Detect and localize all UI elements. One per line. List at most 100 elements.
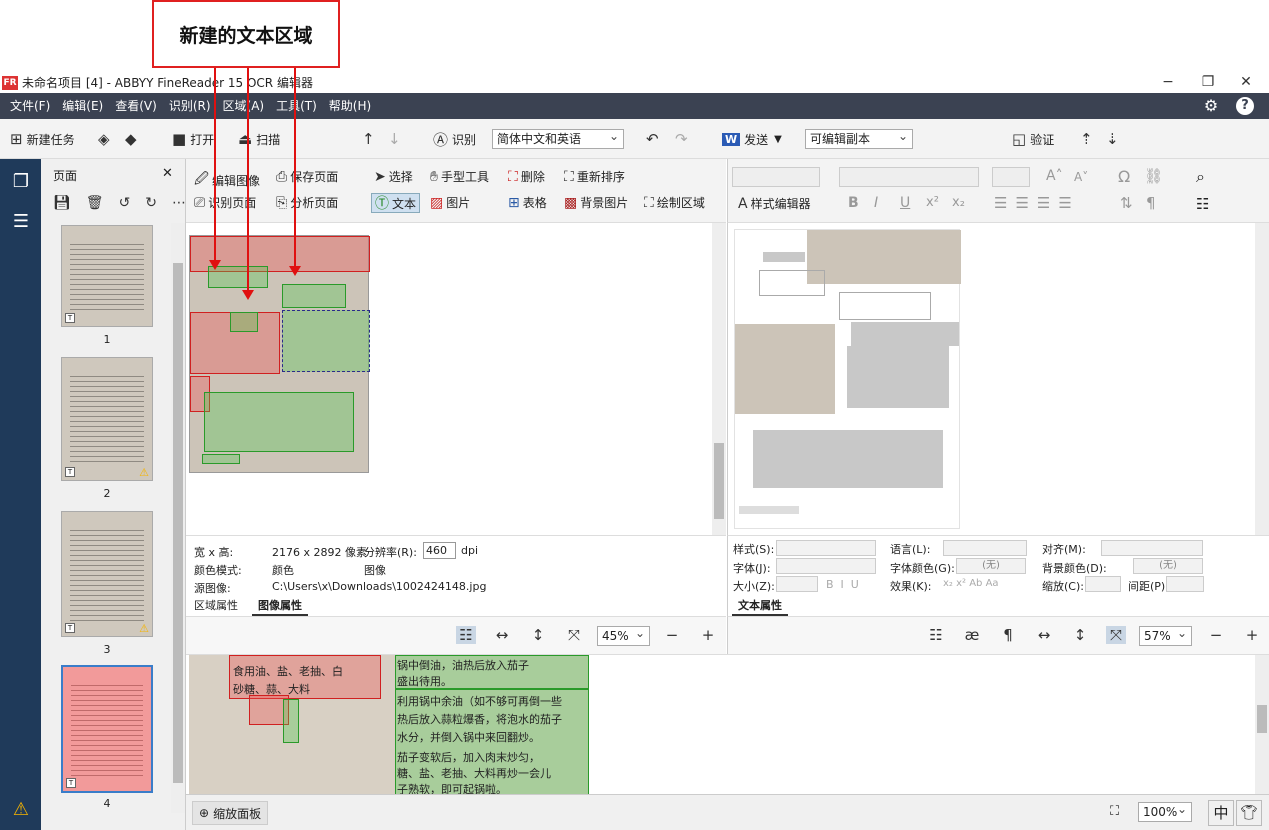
style-field[interactable] (776, 540, 876, 556)
size-field[interactable] (776, 576, 818, 592)
prev-error-button[interactable]: ⇡ (1080, 129, 1097, 149)
line-spacing-icon[interactable]: ⇅ (1120, 194, 1133, 212)
search-icon[interactable]: ⌕ (1196, 167, 1205, 187)
italic-button[interactable]: I (874, 195, 878, 211)
rotate-right-icon[interactable]: ↻ (145, 195, 157, 211)
menu-tools[interactable]: 工具(T) (270, 93, 323, 119)
zoom-out-button[interactable]: − (662, 626, 682, 644)
pages-scrollbar[interactable] (171, 223, 185, 813)
menu-recognize[interactable]: 识别(R) (163, 93, 217, 119)
restore-button[interactable]: ❐ (1188, 72, 1228, 93)
scan-button[interactable]: ⏏ 扫描 (238, 129, 280, 149)
ime-indicator[interactable]: 中 (1208, 800, 1234, 826)
font-color-field[interactable]: (无) (956, 558, 1026, 574)
omega-icon[interactable]: Ω (1118, 167, 1130, 186)
effects-buttons[interactable]: x₂ x² Ab Aa (943, 578, 999, 589)
save-icon[interactable]: 💾︎ (53, 195, 71, 211)
style-editor-button[interactable]: A 样式编辑器 (738, 195, 811, 212)
image-view[interactable] (186, 223, 726, 535)
menu-file[interactable]: 文件(F) (4, 93, 56, 119)
fit-page-icon[interactable]: ⤧ (1106, 626, 1126, 644)
list-view-icon[interactable]: ☰ (10, 211, 32, 232)
page-thumbnail-4[interactable]: T (61, 665, 153, 793)
font-select[interactable] (839, 167, 979, 187)
save-page-button[interactable]: ⎙ 保存页面 (276, 168, 338, 185)
image-view-scrollbar[interactable] (712, 223, 726, 535)
select-tool-button[interactable]: ➤ 选择 (374, 168, 413, 185)
fit-options-icon[interactable]: ☷ (456, 626, 476, 644)
reorder-button[interactable]: ⛶ 重新排序 (564, 168, 625, 185)
text-area-new[interactable] (230, 312, 258, 332)
undo-button[interactable]: ↶ (646, 129, 663, 149)
page-up-button[interactable]: ↑ (362, 129, 379, 149)
warning-icon[interactable]: ⚠ (10, 799, 32, 820)
text-area[interactable] (282, 310, 370, 372)
fit-width-icon[interactable]: ↔ (492, 626, 512, 644)
subscript-button[interactable]: x₂ (952, 195, 965, 210)
superscript-button[interactable]: x² (926, 195, 939, 210)
resolution-input[interactable]: 460 (423, 542, 456, 559)
page-down-button[interactable]: ↓ (388, 129, 405, 149)
text-area-new[interactable] (283, 699, 299, 743)
tab-text-properties[interactable]: 文本属性 (732, 598, 788, 616)
text-area[interactable] (204, 392, 354, 452)
ligature-icon[interactable]: æ (962, 626, 982, 644)
output-mode-select[interactable]: 可编辑副本 (805, 127, 913, 149)
shrink-font-icon[interactable]: A˅ (1074, 170, 1088, 184)
help-icon[interactable]: ? (1236, 97, 1254, 115)
send-button[interactable]: W 发送 ▼ (722, 129, 782, 149)
font-size-select[interactable] (992, 167, 1030, 187)
gear-icon[interactable]: ⚙ (1202, 97, 1220, 115)
underline-button[interactable]: U (900, 195, 910, 211)
formatting-icon[interactable]: ☷ (1196, 195, 1209, 213)
hand-tool-button[interactable]: ✋︎ 手型工具 (430, 168, 489, 185)
zoom-view-scrollbar[interactable] (1255, 655, 1269, 795)
text-area-button[interactable]: Ⓣ 文本 (371, 193, 421, 213)
verify-button[interactable]: ◱ 验证 (1012, 129, 1054, 149)
analyze-page-button[interactable]: ⎘ 分析页面 (276, 194, 338, 211)
grow-font-icon[interactable]: A˄ (1046, 168, 1063, 184)
close-button[interactable]: ✕ (1226, 72, 1266, 93)
new-task-button[interactable]: ⊞ 新建任务 (10, 129, 75, 149)
zoom-in-button[interactable]: + (698, 626, 718, 644)
zoom-panel-button[interactable]: ⊕ 缩放面板 (192, 801, 269, 825)
recognize-button[interactable]: Ⓐ 识别 (433, 129, 476, 149)
menu-area[interactable]: 区域(A) (217, 93, 271, 119)
page-thumbnail-2[interactable]: T ⚠ (61, 357, 153, 481)
text-area[interactable] (282, 284, 346, 308)
edit-image-button[interactable]: 🖉︎ 编辑图像 (194, 168, 260, 192)
minimize-button[interactable]: − (1148, 72, 1188, 93)
align-buttons[interactable]: ☰☰☰☰ (994, 194, 1080, 212)
page-thumbnail-3[interactable]: T ⚠ (61, 511, 153, 637)
text-zoom-select[interactable]: 57% (1139, 624, 1192, 646)
align-field[interactable] (1101, 540, 1203, 556)
font-field[interactable] (776, 558, 876, 574)
spacing-field[interactable] (1166, 576, 1204, 592)
zoom-in-button[interactable]: + (1242, 626, 1262, 644)
redo-button[interactable]: ↷ (675, 129, 692, 149)
style-select[interactable] (732, 167, 820, 187)
tab-area-properties[interactable]: 区域属性 (188, 598, 244, 614)
delete-area-button[interactable]: ⛶ 删除 (508, 168, 545, 185)
scale-field[interactable] (1085, 576, 1121, 592)
fit-icon[interactable]: ⛶ (1110, 804, 1119, 819)
zoom-view[interactable]: 食用油、盐、老抽、白 砂糖、蒜、大料 锅中倒油，油热后放入茄子 盛出待用。 利用… (186, 654, 1269, 795)
background-picture-button[interactable]: ▩ 背景图片 (564, 194, 628, 211)
draw-area-button[interactable]: ⛶ 绘制区域 (644, 194, 705, 211)
language-select[interactable]: 简体中文和英语 (492, 127, 624, 149)
paragraph-marks-icon[interactable]: ¶ (998, 626, 1018, 644)
trash-icon[interactable]: 🗑︎ (86, 195, 104, 211)
zoom-out-button[interactable]: − (1206, 626, 1226, 644)
fit-height-icon[interactable]: ↕ (528, 626, 548, 644)
pages-panel-close-button[interactable]: ✕ (162, 166, 173, 181)
table-area-button[interactable]: ⊞ 表格 (508, 194, 547, 211)
text-view[interactable] (727, 223, 1269, 535)
layers-add-button[interactable]: ◈ (98, 129, 114, 149)
format-buttons[interactable]: BIU (826, 578, 866, 591)
language-field[interactable] (943, 540, 1027, 556)
fit-height-icon[interactable]: ↕ (1070, 626, 1090, 644)
text-area[interactable] (202, 454, 240, 464)
paragraph-icon[interactable]: ¶ (1146, 194, 1156, 212)
fit-width-icon[interactable]: ↔ (1034, 626, 1054, 644)
next-error-button[interactable]: ⇣ (1106, 129, 1123, 149)
